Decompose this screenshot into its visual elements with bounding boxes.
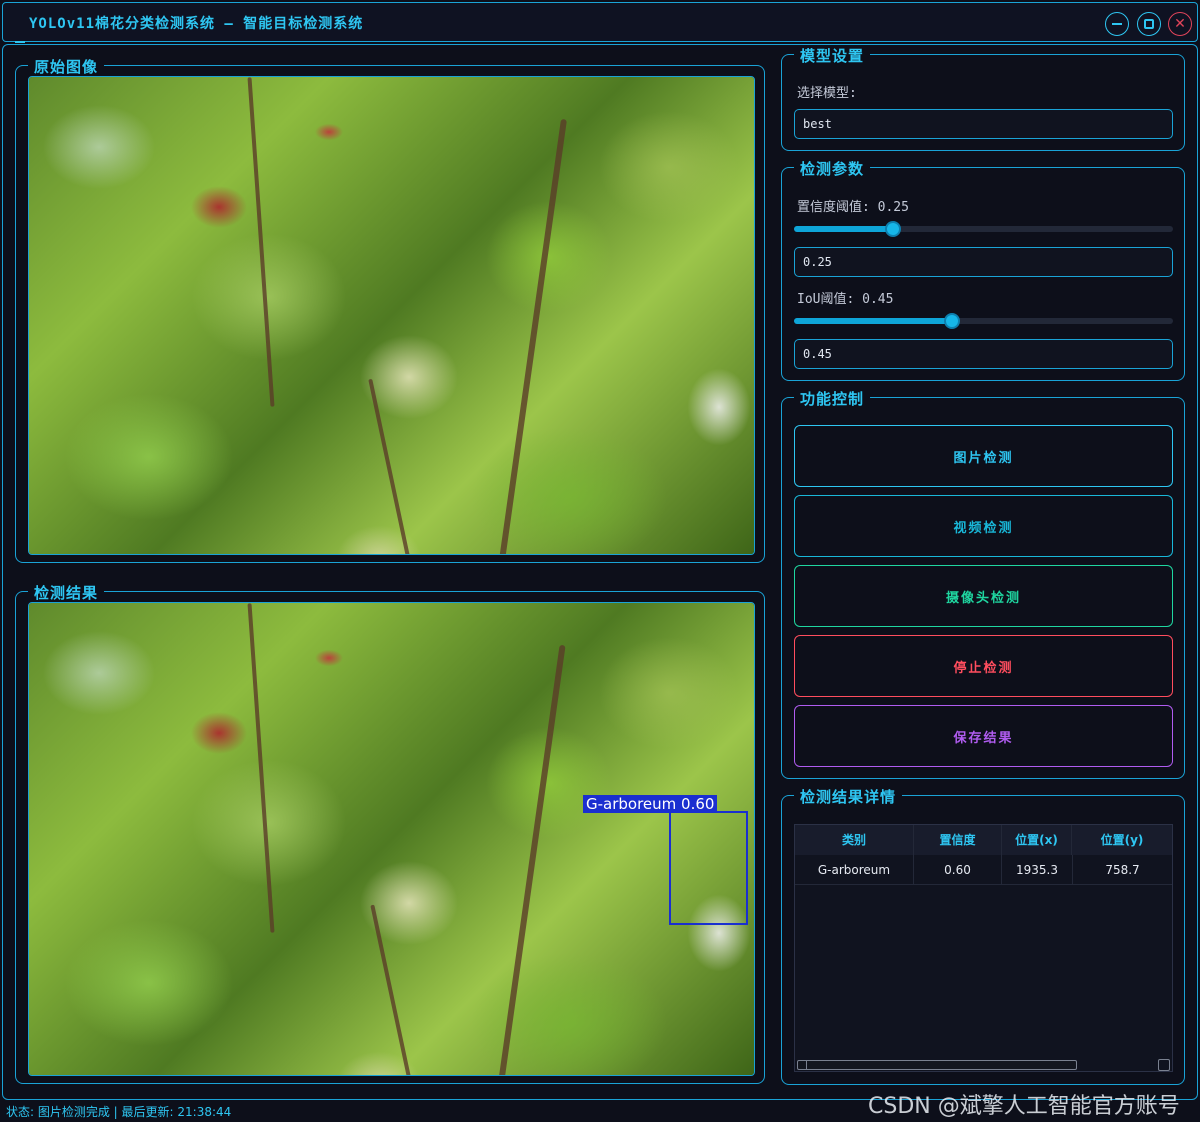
table-row[interactable]: G-arboreum 0.60 1935.3 758.7 xyxy=(795,855,1172,885)
model-select-label: 选择模型: xyxy=(797,86,857,101)
result-image: G-arboreum 0.60 xyxy=(28,602,755,1076)
model-select[interactable]: best xyxy=(794,109,1173,139)
maximize-button[interactable] xyxy=(1137,12,1161,36)
close-button[interactable]: ✕ xyxy=(1168,12,1192,36)
confidence-slider[interactable] xyxy=(794,221,1173,237)
column-header-x[interactable]: 位置(x) xyxy=(1002,825,1072,855)
detection-result-title: 检测结果 xyxy=(28,582,105,603)
minimize-icon xyxy=(1112,23,1122,25)
original-image xyxy=(28,76,755,555)
save-results-button[interactable]: 保存结果 xyxy=(794,705,1173,767)
column-header-class[interactable]: 类别 xyxy=(795,825,914,855)
title-accent xyxy=(15,41,25,43)
model-settings-title: 模型设置 xyxy=(794,45,871,66)
confidence-label: 置信度阈值: 0.25 xyxy=(797,200,909,215)
detection-box xyxy=(669,811,748,925)
cell-x: 1935.3 xyxy=(1016,863,1058,877)
iou-input[interactable]: 0.45 xyxy=(794,339,1173,369)
video-detect-button[interactable]: 视频检测 xyxy=(794,495,1173,557)
confidence-input[interactable]: 0.25 xyxy=(794,247,1173,277)
cell-confidence: 0.60 xyxy=(914,855,1002,885)
iou-label: IoU阈值: 0.45 xyxy=(797,292,894,307)
stop-detect-button[interactable]: 停止检测 xyxy=(794,635,1173,697)
confidence-slider-fill xyxy=(794,226,893,232)
function-controls-title: 功能控制 xyxy=(794,388,871,409)
app-window: YOLOv11棉花分类检测系统 – 智能目标检测系统 ✕ 原始图像 检测结果 G… xyxy=(0,0,1200,1122)
detection-label: G-arboreum 0.60 xyxy=(583,795,718,813)
cell-y: 758.7 xyxy=(1072,855,1172,885)
results-table-header: 类别 置信度 位置(x) 位置(y) xyxy=(795,825,1172,855)
camera-detect-button[interactable]: 摄像头检测 xyxy=(794,565,1173,627)
cotton-photo-annotated xyxy=(29,603,754,1075)
results-table: 类别 置信度 位置(x) 位置(y) G-arboreum 0.60 1935.… xyxy=(794,824,1173,1072)
minimize-button[interactable] xyxy=(1105,12,1129,36)
cotton-photo xyxy=(29,77,754,554)
window-title: YOLOv11棉花分类检测系统 – 智能目标检测系统 xyxy=(29,16,364,32)
iou-slider[interactable] xyxy=(794,313,1173,329)
detection-params-title: 检测参数 xyxy=(794,158,871,179)
confidence-slider-handle[interactable] xyxy=(885,221,901,237)
scrollbar-corner xyxy=(1158,1059,1170,1071)
original-image-title: 原始图像 xyxy=(28,56,105,77)
close-icon: ✕ xyxy=(1174,16,1186,32)
cell-class: G-arboreum xyxy=(795,855,914,885)
title-bar: YOLOv11棉花分类检测系统 – 智能目标检测系统 ✕ xyxy=(2,2,1198,43)
horizontal-scrollbar[interactable] xyxy=(795,1059,1172,1071)
scroll-left-icon[interactable] xyxy=(797,1060,807,1070)
results-detail-title: 检测结果详情 xyxy=(794,786,903,807)
column-header-y[interactable]: 位置(y) xyxy=(1072,825,1172,855)
maximize-icon xyxy=(1144,19,1154,29)
watermark: CSDN @斌擎人工智能官方账号 xyxy=(868,1094,1180,1119)
scrollbar-thumb[interactable] xyxy=(797,1060,1077,1070)
image-detect-button[interactable]: 图片检测 xyxy=(794,425,1173,487)
iou-slider-fill xyxy=(794,318,952,324)
iou-slider-handle[interactable] xyxy=(944,313,960,329)
column-header-confidence[interactable]: 置信度 xyxy=(914,825,1002,855)
